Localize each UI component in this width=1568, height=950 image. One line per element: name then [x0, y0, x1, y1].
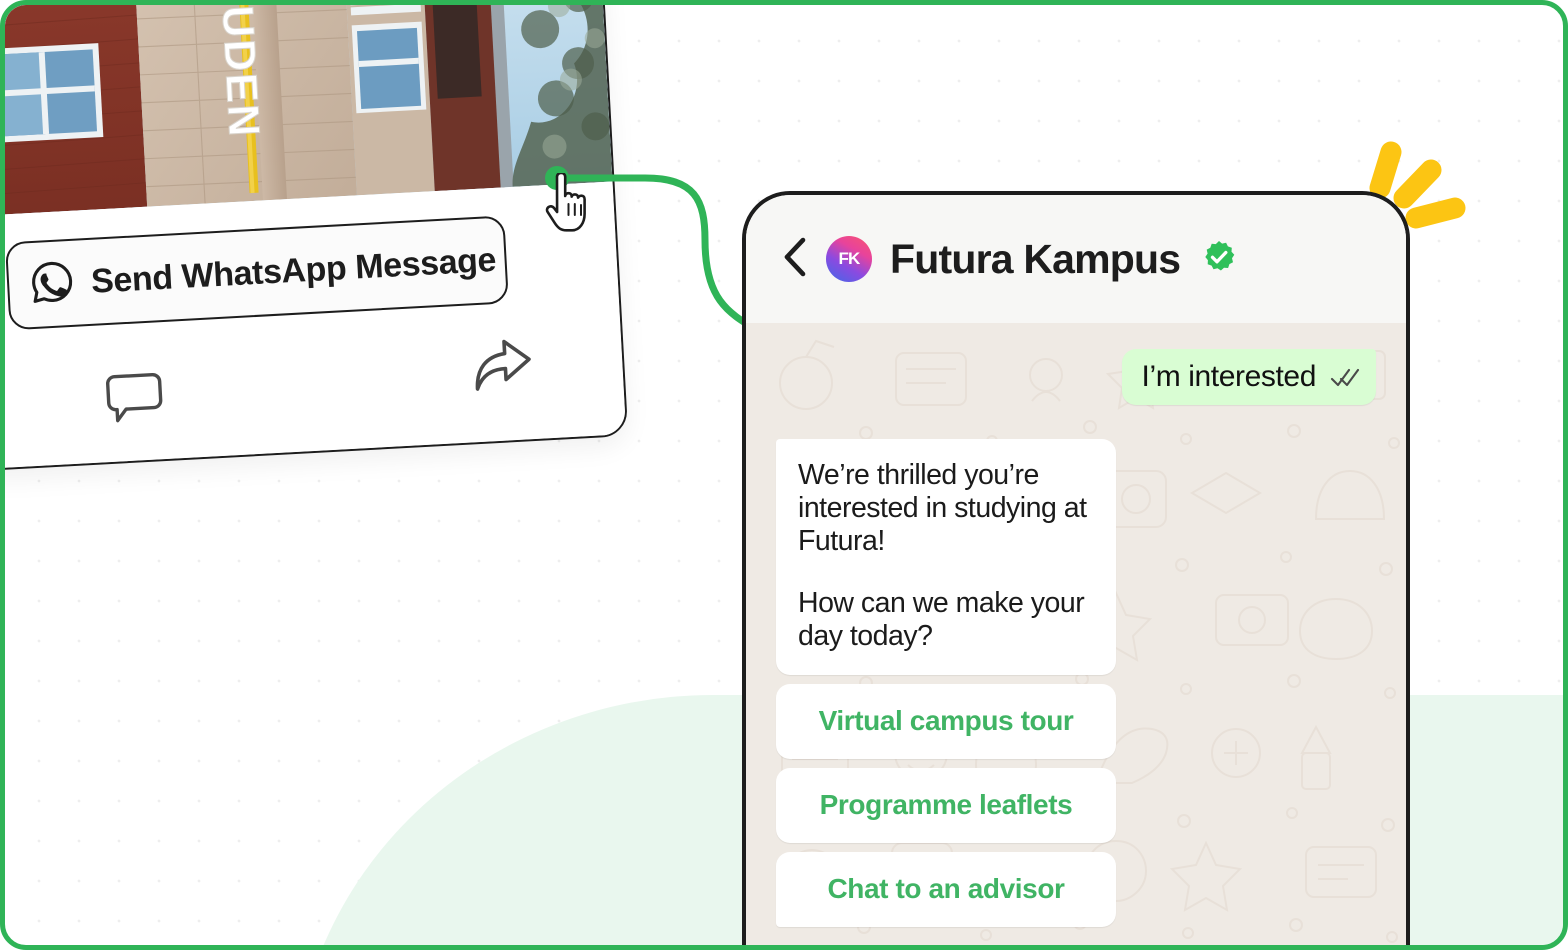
messages-container: I’m interested We’re thrilled you’re int…	[746, 323, 1406, 927]
incoming-message-bubble: We’re thrilled you’re interested in stud…	[776, 439, 1116, 675]
double-check-icon	[1330, 367, 1360, 392]
page-root: STUDEN STUDEN Send WhatsApp Message FK F…	[0, 0, 1568, 950]
phone-mockup: FK Futura Kampus I’m interested We’re th…	[742, 191, 1410, 945]
quick-reply-virtual-campus-tour[interactable]: Virtual campus tour	[776, 683, 1116, 759]
pointing-hand-cursor	[543, 171, 595, 233]
send-whatsapp-message-button[interactable]: Send WhatsApp Message	[5, 215, 509, 331]
building-photo: STUDEN STUDEN	[5, 5, 613, 217]
back-chevron-icon[interactable]	[782, 236, 808, 283]
share-icon[interactable]	[471, 336, 536, 402]
whatsapp-button-label: Send WhatsApp Message	[90, 240, 497, 301]
quick-reply-label: Programme leaflets	[819, 789, 1073, 821]
outgoing-message-row: I’m interested	[776, 349, 1376, 405]
incoming-paragraph-2: How can we make your day today?	[798, 587, 1085, 653]
chat-header: FK Futura Kampus	[746, 195, 1406, 323]
comment-icon[interactable]	[104, 368, 165, 430]
card-action-bar	[5, 329, 625, 454]
chat-area: I’m interested We’re thrilled you’re int…	[746, 323, 1406, 945]
social-post-card: STUDEN STUDEN Send WhatsApp Message	[5, 5, 629, 472]
outgoing-message-text: I’m interested	[1141, 360, 1317, 393]
contact-name: Futura Kampus	[890, 235, 1181, 282]
incoming-message-row: We’re thrilled you’re interested in stud…	[776, 439, 1376, 675]
quick-reply-chat-to-an-advisor[interactable]: Chat to an advisor	[776, 851, 1116, 927]
verified-badge-icon	[1202, 240, 1236, 279]
avatar-initials: FK	[838, 249, 860, 268]
whatsapp-icon	[28, 257, 77, 310]
quick-reply-label: Virtual campus tour	[818, 705, 1074, 737]
card-body: Send WhatsApp Message	[5, 181, 627, 470]
incoming-paragraph-1: We’re thrilled you’re interested in stud…	[798, 459, 1087, 557]
quick-reply-programme-leaflets[interactable]: Programme leaflets	[776, 767, 1116, 843]
outgoing-message-bubble: I’m interested	[1121, 349, 1376, 405]
avatar[interactable]: FK	[826, 236, 872, 282]
quick-reply-label: Chat to an advisor	[827, 873, 1065, 905]
